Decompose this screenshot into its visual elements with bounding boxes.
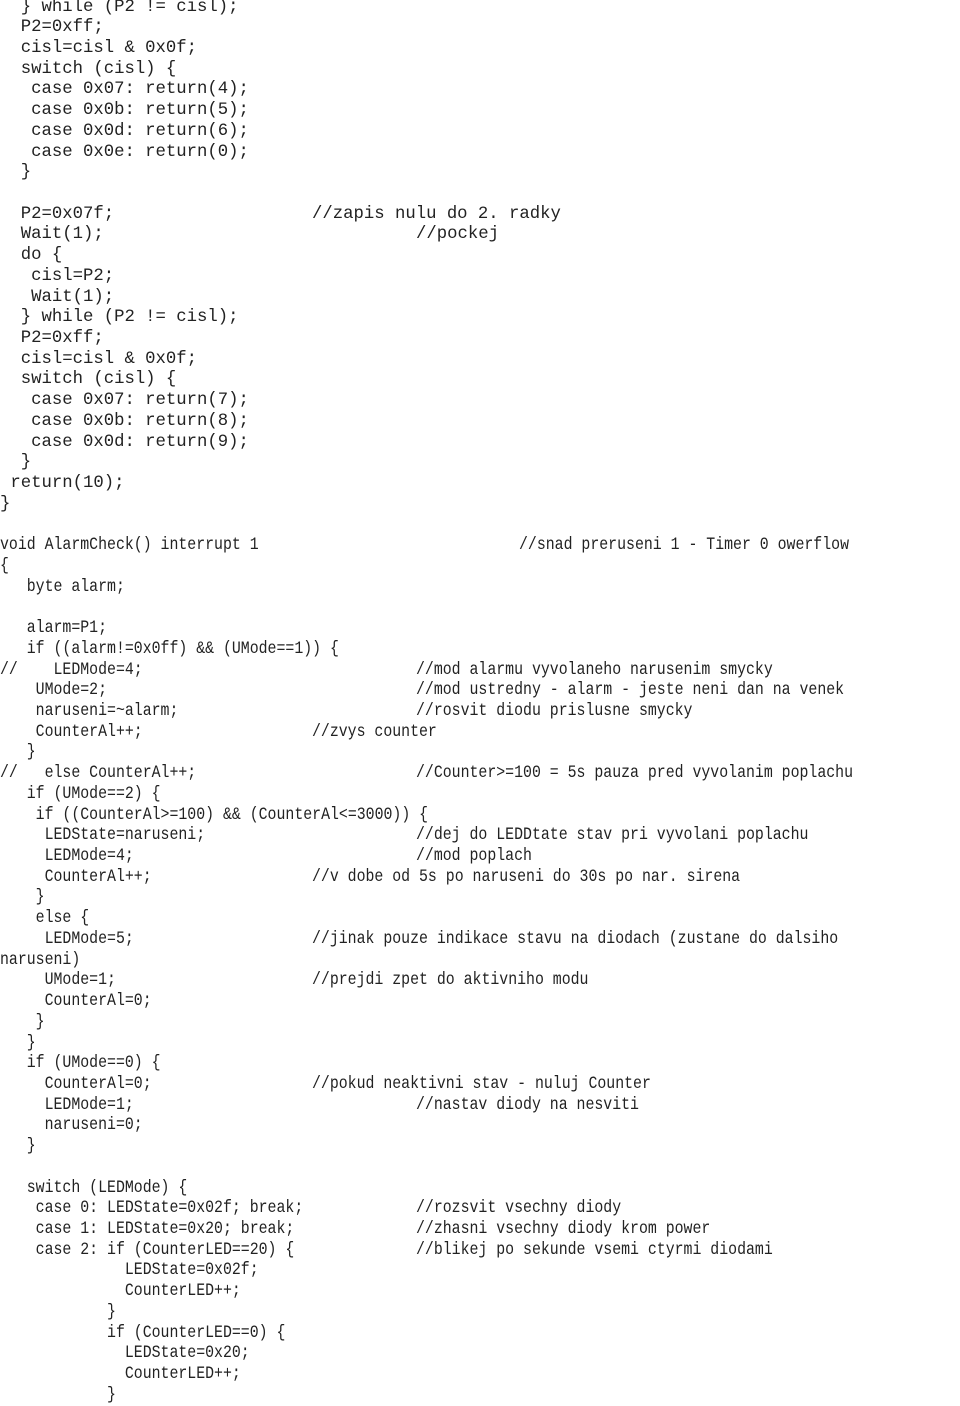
code-text: cisl=cisl & 0x0f; xyxy=(0,349,198,369)
code-text: LEDState=naruseni; xyxy=(0,826,206,846)
code-text: switch (cisl) { xyxy=(0,370,177,390)
code-comment: //zapis nulu do 2. radky xyxy=(312,204,561,224)
code-text: case 0x07: return(4); xyxy=(0,80,249,100)
code-comment: //v dobe od 5s po naruseni do 30s po nar… xyxy=(311,867,741,887)
code-comment: //mod poplach xyxy=(415,847,532,867)
code-text: } xyxy=(0,163,32,183)
code-comment: //prejdi zpet do aktivniho modu xyxy=(311,971,589,991)
code-text: naruseni=~alarm; xyxy=(0,701,179,721)
code-text: CounterAl=0; xyxy=(0,992,152,1012)
code-text: case 1: LEDState=0x20; break; xyxy=(0,1219,295,1239)
code-listing: } while (P2 != cisl); P2=0xff; cisl=cisl… xyxy=(0,0,960,1405)
code-text: } xyxy=(0,888,45,908)
code-text: Wait(1); xyxy=(0,287,115,307)
code-text: else { xyxy=(0,909,90,929)
code-text: } xyxy=(0,453,32,473)
code-text: case 0x0b: return(5); xyxy=(0,101,249,121)
code-text: void AlarmCheck() interrupt 1 xyxy=(0,536,259,556)
code-text: UMode=1; xyxy=(0,971,116,991)
code-text: if ((alarm!=0x0ff) && (UMode==1)) { xyxy=(0,639,339,659)
code-text: do { xyxy=(0,246,63,266)
code-text: LEDState=0x02f; xyxy=(0,1261,259,1281)
code-comment: //mod alarmu vyvolaneho narusenim smycky xyxy=(415,660,773,680)
code-comment: //rosvit diodu prislusne smycky xyxy=(415,701,693,721)
code-comment: //Counter>=100 = 5s pauza pred vyvolanim… xyxy=(415,764,854,784)
code-text: } while (P2 != cisl); xyxy=(0,308,239,328)
code-text: // else CounterAl++; xyxy=(0,764,197,784)
code-text: } xyxy=(0,1302,116,1322)
code-text: } xyxy=(0,1012,45,1032)
code-comment: //blikej po sekunde vsemi ctyrmi diodami xyxy=(415,1240,773,1260)
code-text: CounterAl++; xyxy=(0,867,152,887)
code-comment: //snad preruseni 1 - Timer 0 owerflow xyxy=(518,536,849,556)
code-text: LEDMode=5; xyxy=(0,929,134,949)
code-text: LEDMode=4; xyxy=(0,847,134,867)
code-text: case 2: if (CounterLED==20) { xyxy=(0,1240,295,1260)
code-text: } xyxy=(0,1033,36,1053)
code-comment: //pockej xyxy=(416,225,499,245)
code-text: P2=0xff; xyxy=(0,18,104,38)
code-text: CounterAl=0; xyxy=(0,1074,152,1094)
code-text: if ((CounterAl>=100) && (CounterAl<=3000… xyxy=(0,805,429,825)
code-text: } xyxy=(0,743,36,763)
code-text: CounterLED++; xyxy=(0,1365,241,1385)
code-text: if (CounterLED==0) { xyxy=(0,1323,286,1343)
code-text: LEDState=0x20; xyxy=(0,1344,250,1364)
code-text: naruseni) xyxy=(0,950,81,970)
code-comment: //pokud neaktivni stav - nuluj Counter xyxy=(311,1074,651,1094)
code-comment: //zhasni vsechny diody krom power xyxy=(415,1219,711,1239)
code-text: if (UMode==0) { xyxy=(0,1054,161,1074)
code-text: // LEDMode=4; xyxy=(0,660,143,680)
code-text: cisl=P2; xyxy=(0,266,115,286)
code-text: UMode=2; xyxy=(0,681,108,701)
code-text: } xyxy=(0,1137,36,1157)
code-text: naruseni=0; xyxy=(0,1116,143,1136)
code-comment: //rozsvit vsechny diody xyxy=(415,1199,622,1219)
code-text: LEDMode=1; xyxy=(0,1095,134,1115)
code-comment: //nastav diody na nesviti xyxy=(415,1095,639,1115)
code-text: } while (P2 != cisl); xyxy=(0,0,239,17)
code-text: switch (cisl) { xyxy=(0,59,177,79)
code-text: case 0x0d: return(6); xyxy=(0,121,249,141)
code-text: CounterLED++; xyxy=(0,1282,241,1302)
code-text: P2=0xff; xyxy=(0,329,104,349)
code-text: case 0x0b: return(8); xyxy=(0,411,249,431)
code-text: case 0x0d: return(9); xyxy=(0,432,249,452)
code-text: case 0x0e: return(0); xyxy=(0,142,249,162)
code-text: if (UMode==2) { xyxy=(0,784,161,804)
code-text: alarm=P1; xyxy=(0,619,108,639)
code-text: cisl=cisl & 0x0f; xyxy=(0,38,198,58)
code-text: return(10); xyxy=(0,474,125,494)
code-text: CounterAl++; xyxy=(0,722,143,742)
code-text: Wait(1); xyxy=(0,225,104,245)
code-comment: //dej do LEDDtate stav pri vyvolani popl… xyxy=(415,826,809,846)
code-comment: //jinak pouze indikace stavu na diodach … xyxy=(311,929,839,949)
code-comment: //mod ustredny - alarm - jeste neni dan … xyxy=(415,681,845,701)
code-text: P2=0x07f; xyxy=(0,204,115,224)
code-text: byte alarm; xyxy=(0,577,125,597)
code-text: { xyxy=(0,556,9,576)
code-text: } xyxy=(0,494,11,514)
code-text: switch (LEDMode) { xyxy=(0,1178,188,1198)
code-text: case 0x07: return(7); xyxy=(0,391,249,411)
code-text: case 0: LEDState=0x02f; break; xyxy=(0,1199,304,1219)
code-comment: //zvys counter xyxy=(311,722,437,742)
